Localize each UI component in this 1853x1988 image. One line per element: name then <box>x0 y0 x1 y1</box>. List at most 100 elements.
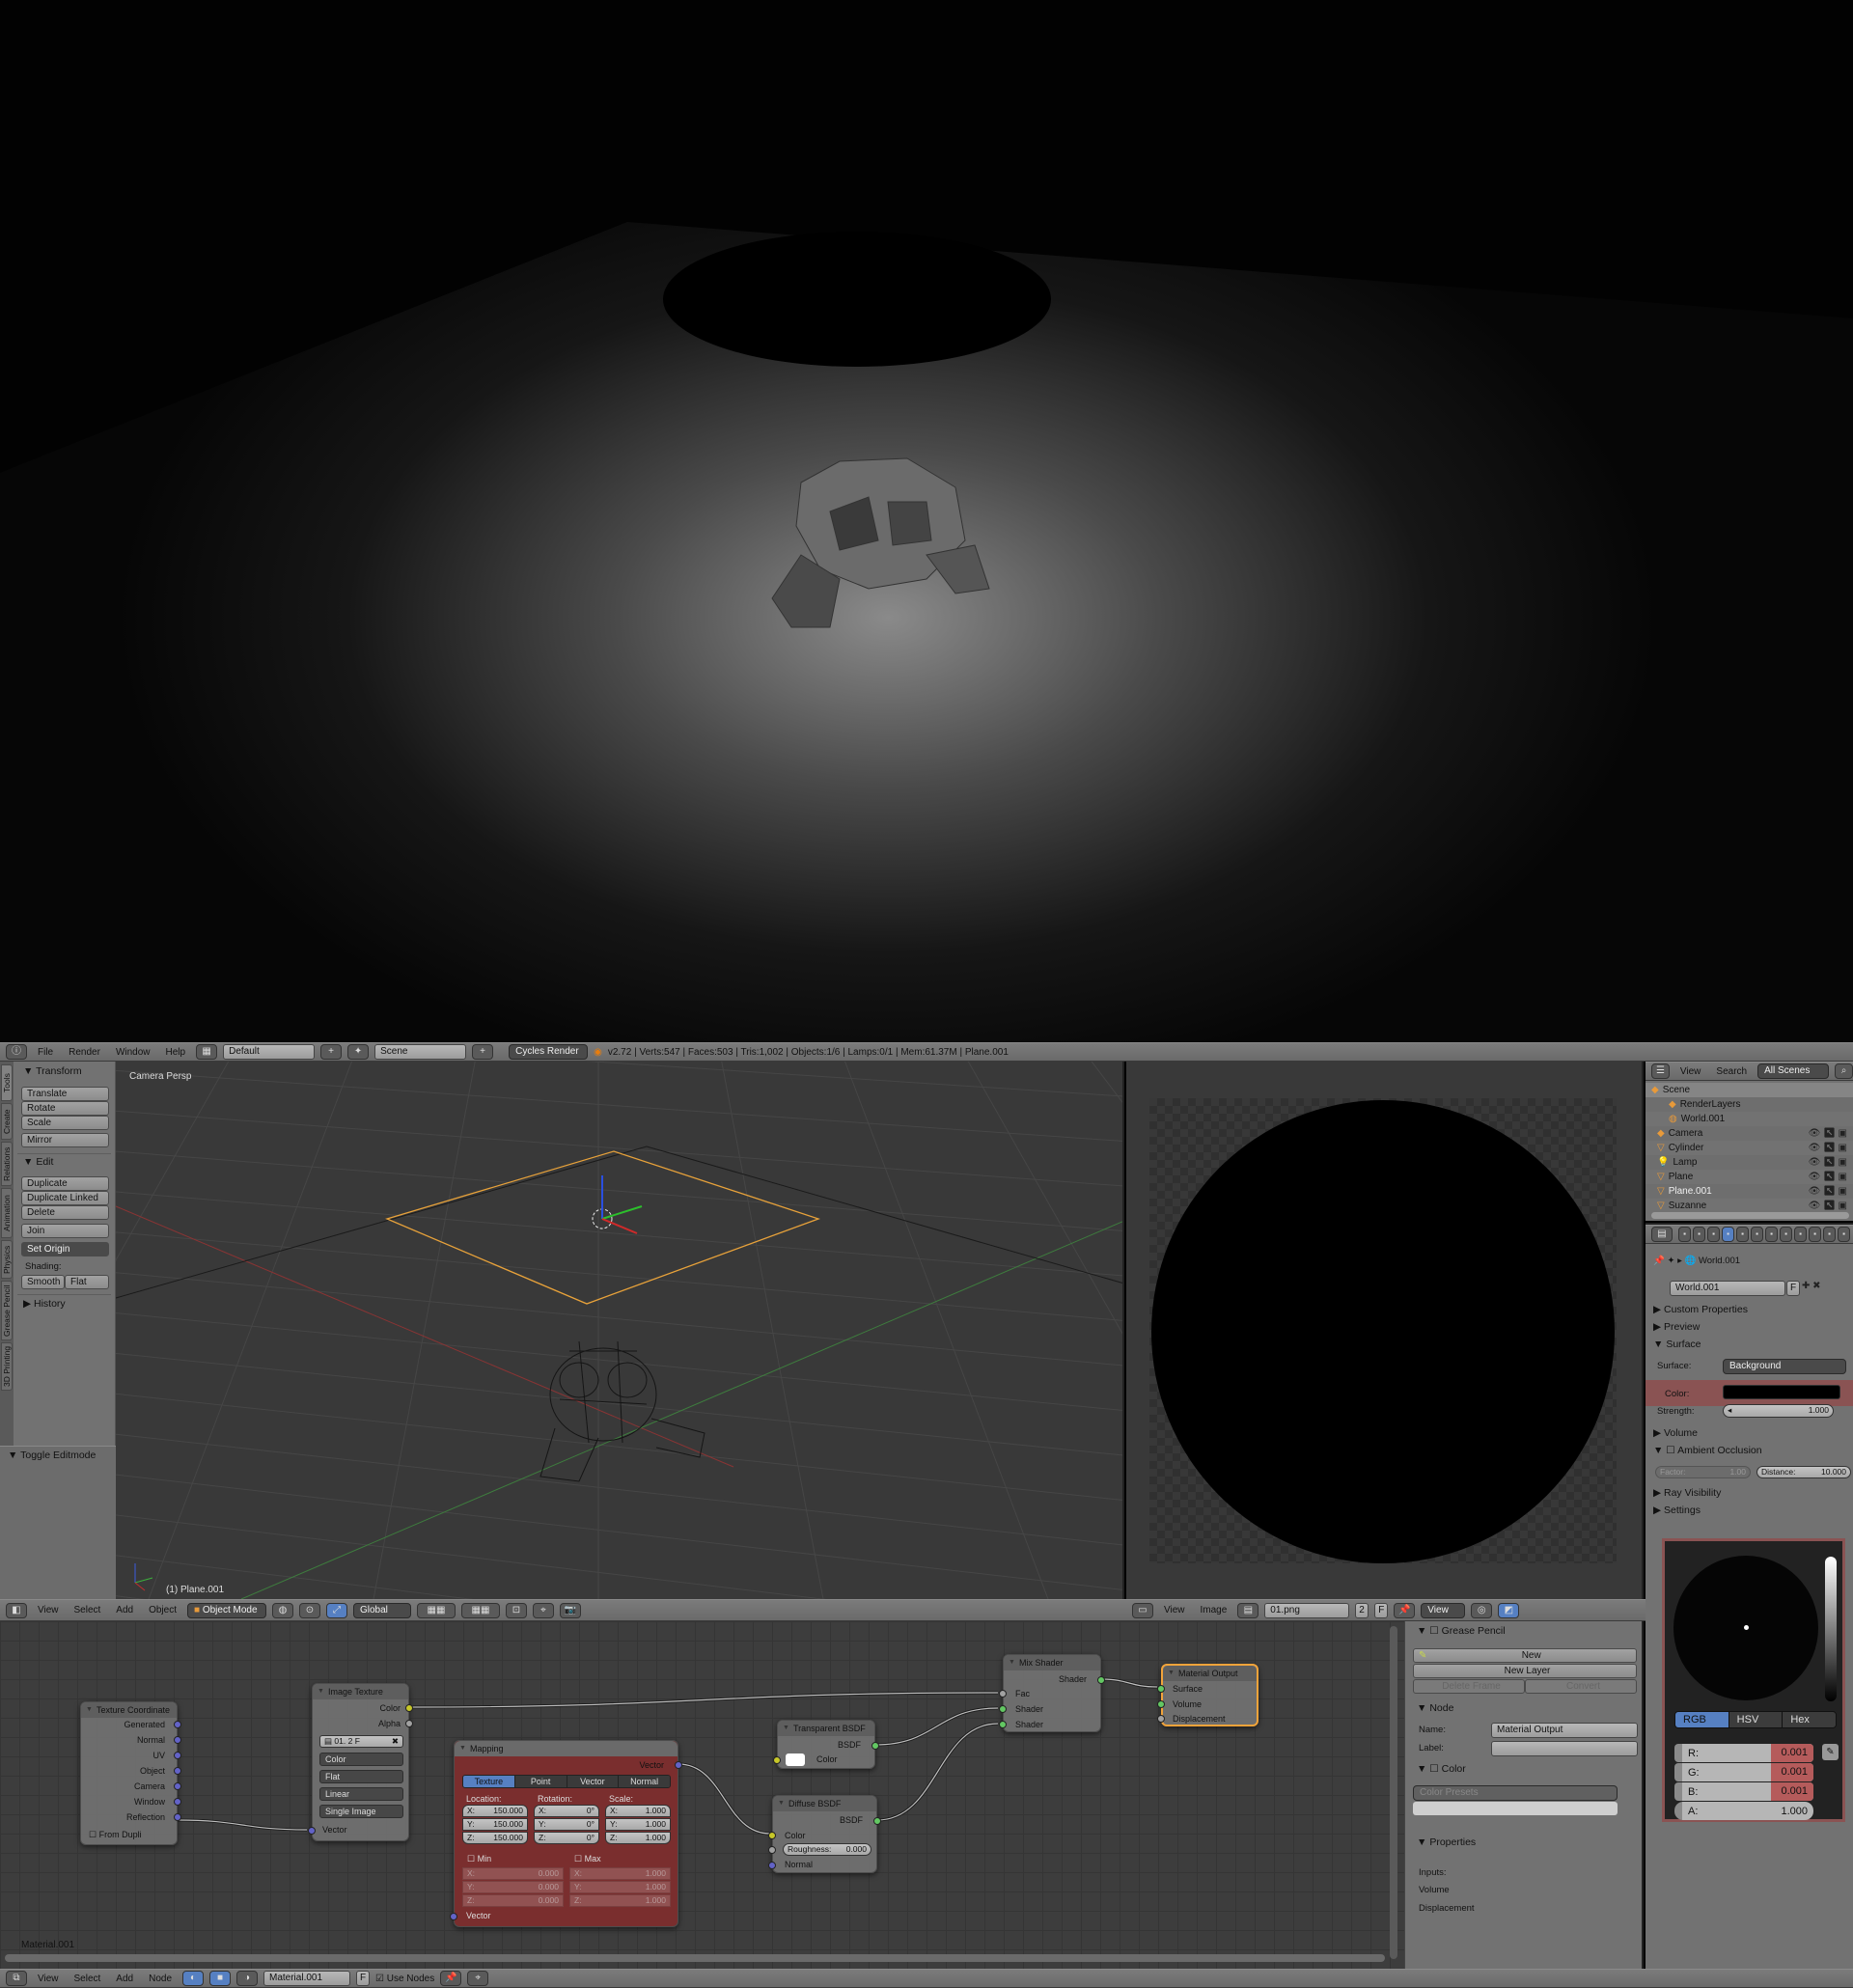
source-select[interactable]: Single Image <box>319 1805 403 1818</box>
socket-vector-in[interactable] <box>450 1913 457 1920</box>
tab-physics-icon[interactable]: ▪ <box>1838 1227 1850 1242</box>
tab-constraints-icon[interactable]: ▪ <box>1751 1227 1763 1242</box>
tab-grease-pencil[interactable]: Grease Pencil <box>1 1281 13 1340</box>
visibility-icon[interactable]: 👁 ↖ ▣ <box>1809 1141 1847 1155</box>
menu-view[interactable]: View <box>33 1605 64 1615</box>
socket-alpha-out[interactable] <box>405 1720 413 1727</box>
panel-ambient-occlusion[interactable]: ▼ ☐ Ambient Occlusion <box>1653 1445 1762 1456</box>
outliner-scrollbar[interactable] <box>1651 1212 1849 1219</box>
socket-roughness-in[interactable] <box>768 1846 776 1854</box>
pin-icon[interactable]: 📌 <box>1394 1602 1416 1618</box>
visibility-icon[interactable]: 👁 ↖ ▣ <box>1809 1199 1847 1213</box>
outliner-item[interactable]: ▽ Plane.001 👁 ↖ ▣ <box>1646 1184 1853 1199</box>
menu-node[interactable]: Node <box>144 1974 177 1984</box>
max-checkbox[interactable]: ☐ Max <box>574 1854 601 1864</box>
panel-color[interactable]: ▼ ☐ Color <box>1417 1763 1466 1775</box>
panel-grease-pencil[interactable]: ▼ ☐ Grease Pencil <box>1417 1625 1506 1637</box>
socket-bsdf-out[interactable] <box>871 1742 879 1750</box>
socket-color-out[interactable] <box>405 1704 413 1712</box>
new-grease-button[interactable]: ✎ New <box>1413 1648 1637 1663</box>
color-presets-select[interactable]: Color Presets <box>1413 1785 1618 1801</box>
tab-material-icon[interactable]: ▪ <box>1794 1227 1807 1242</box>
outliner-type-icon[interactable]: ☰ <box>1651 1063 1670 1079</box>
smooth-button[interactable]: Smooth <box>21 1275 65 1289</box>
surface-select[interactable]: Background <box>1723 1359 1846 1374</box>
mapping-scl-field[interactable]: Y: 1.000 <box>605 1818 671 1831</box>
add-icon[interactable]: ✚ ✖ <box>1802 1281 1821 1291</box>
value-slider[interactable] <box>1825 1557 1837 1701</box>
lock-icon[interactable]: ⊡ <box>506 1602 527 1618</box>
add-icon[interactable]: + <box>320 1044 343 1060</box>
node-image-texture[interactable]: Image Texture Color Alpha ▤ 01. 2 F✖ Col… <box>308 1683 413 1841</box>
socket-vector-out[interactable] <box>675 1761 682 1769</box>
outliner-item[interactable]: ◆ Camera 👁 ↖ ▣ <box>1646 1126 1853 1141</box>
socket-out[interactable] <box>174 1782 181 1790</box>
color-g-field[interactable]: G: 0.001 <box>1674 1763 1813 1781</box>
panel-volume[interactable]: ▶ Volume <box>1653 1427 1698 1439</box>
socket-fac-in[interactable] <box>999 1690 1007 1698</box>
view-mode-select[interactable]: View <box>1421 1602 1466 1618</box>
orientation-select[interactable]: Global <box>353 1602 411 1618</box>
pivot-icon[interactable]: ◎ <box>1471 1602 1493 1618</box>
node-mix-shader[interactable]: Mix Shader Shader Fac Shader Shader <box>999 1654 1105 1732</box>
join-button[interactable]: Join <box>21 1224 109 1238</box>
menu-view[interactable]: View <box>33 1974 64 1984</box>
tab-3d-printing[interactable]: 3D Printing <box>1 1342 13 1391</box>
mapping-minv-field[interactable]: X: 0.000 <box>462 1867 564 1880</box>
snap-icon[interactable]: ⌖ <box>467 1971 489 1986</box>
menu-help[interactable]: Help <box>161 1047 191 1058</box>
use-nodes-checkbox[interactable]: ☑ Use Nodes <box>375 1974 434 1984</box>
mapping-scl-field[interactable]: X: 1.000 <box>605 1805 671 1817</box>
panel-edit[interactable]: ▼ Edit <box>23 1156 53 1168</box>
image-name-field[interactable]: 01.png <box>1264 1602 1350 1618</box>
node-editor[interactable]: Material.001 Texture Coordinate Generate… <box>0 1621 1404 1969</box>
manipulator-icon[interactable]: ⤢ <box>326 1602 347 1618</box>
menu-view[interactable]: View <box>1159 1605 1190 1615</box>
fake-user-button[interactable]: F <box>1786 1281 1800 1296</box>
color-r-field[interactable]: R: 0.001 <box>1674 1744 1813 1762</box>
tab-relations[interactable]: Relations <box>1 1142 13 1186</box>
eyedropper-icon[interactable]: ✎ <box>1822 1744 1839 1760</box>
socket-normal-in[interactable] <box>768 1862 776 1869</box>
mapping-rot-field[interactable]: X: 0° <box>534 1805 599 1817</box>
mode-select[interactable]: ■ Object Mode <box>187 1602 266 1618</box>
socket-displacement-in[interactable] <box>1157 1715 1165 1723</box>
world-color-swatch[interactable] <box>1723 1385 1840 1399</box>
display-mode-select[interactable]: All Scenes <box>1757 1063 1830 1079</box>
fake-user-button[interactable]: F <box>356 1971 370 1986</box>
node-hscrollbar[interactable] <box>5 1954 1385 1962</box>
panel-custom-properties[interactable]: ▶ Custom Properties <box>1653 1304 1748 1315</box>
translate-button[interactable]: Translate <box>21 1087 109 1101</box>
scene-field[interactable]: Scene <box>374 1044 467 1060</box>
node-transparent-bsdf[interactable]: Transparent BSDF BSDF Color <box>773 1720 879 1769</box>
tab-object-icon[interactable]: ▪ <box>1736 1227 1749 1242</box>
socket-out[interactable] <box>174 1813 181 1821</box>
object-shader-icon[interactable]: ■ <box>209 1971 231 1986</box>
image-browse-icon[interactable]: ▤ <box>1237 1602 1259 1618</box>
pivot-icon[interactable]: ⊙ <box>299 1602 320 1618</box>
min-checkbox[interactable]: ☐ Min <box>467 1854 491 1864</box>
convert-button[interactable]: Convert <box>1525 1679 1637 1694</box>
shader-tree-icon[interactable]: ◐ <box>182 1971 204 1986</box>
outliner-item[interactable]: ▽ Plane 👁 ↖ ▣ <box>1646 1170 1853 1184</box>
menu-add[interactable]: Add <box>111 1974 138 1984</box>
pin-icon[interactable]: 📌 <box>440 1971 462 1986</box>
panel-surface[interactable]: ▼ Surface <box>1653 1339 1701 1350</box>
outliner-item[interactable]: ◆ RenderLayers <box>1646 1097 1853 1112</box>
socket-out[interactable] <box>174 1721 181 1728</box>
scene-icon[interactable]: ✦ <box>347 1044 370 1060</box>
scale-button[interactable]: Scale <box>21 1116 109 1130</box>
node-diffuse-bsdf[interactable]: Diffuse BSDF BSDF Color Roughness:0.000 … <box>768 1795 881 1873</box>
mapping-maxv-field[interactable]: Z: 1.000 <box>569 1894 671 1907</box>
layers-icon[interactable]: ▦▦ <box>461 1602 500 1618</box>
node-color-swatch[interactable] <box>1413 1802 1618 1815</box>
material-browse-icon[interactable]: ◑ <box>236 1971 258 1986</box>
socket-surface-in[interactable] <box>1157 1685 1165 1693</box>
delete-frame-button[interactable]: Delete Frame <box>1413 1679 1525 1694</box>
editor-type-icon[interactable]: ⧉ <box>6 1971 27 1986</box>
node-scrollbar[interactable] <box>1390 1626 1397 1959</box>
mapping-loc-field[interactable]: X: 150.000 <box>462 1805 528 1817</box>
menu-render[interactable]: Render <box>64 1047 105 1058</box>
visibility-icon[interactable]: 👁 ↖ ▣ <box>1809 1126 1847 1141</box>
node-name-field[interactable]: Material Output <box>1491 1723 1638 1738</box>
